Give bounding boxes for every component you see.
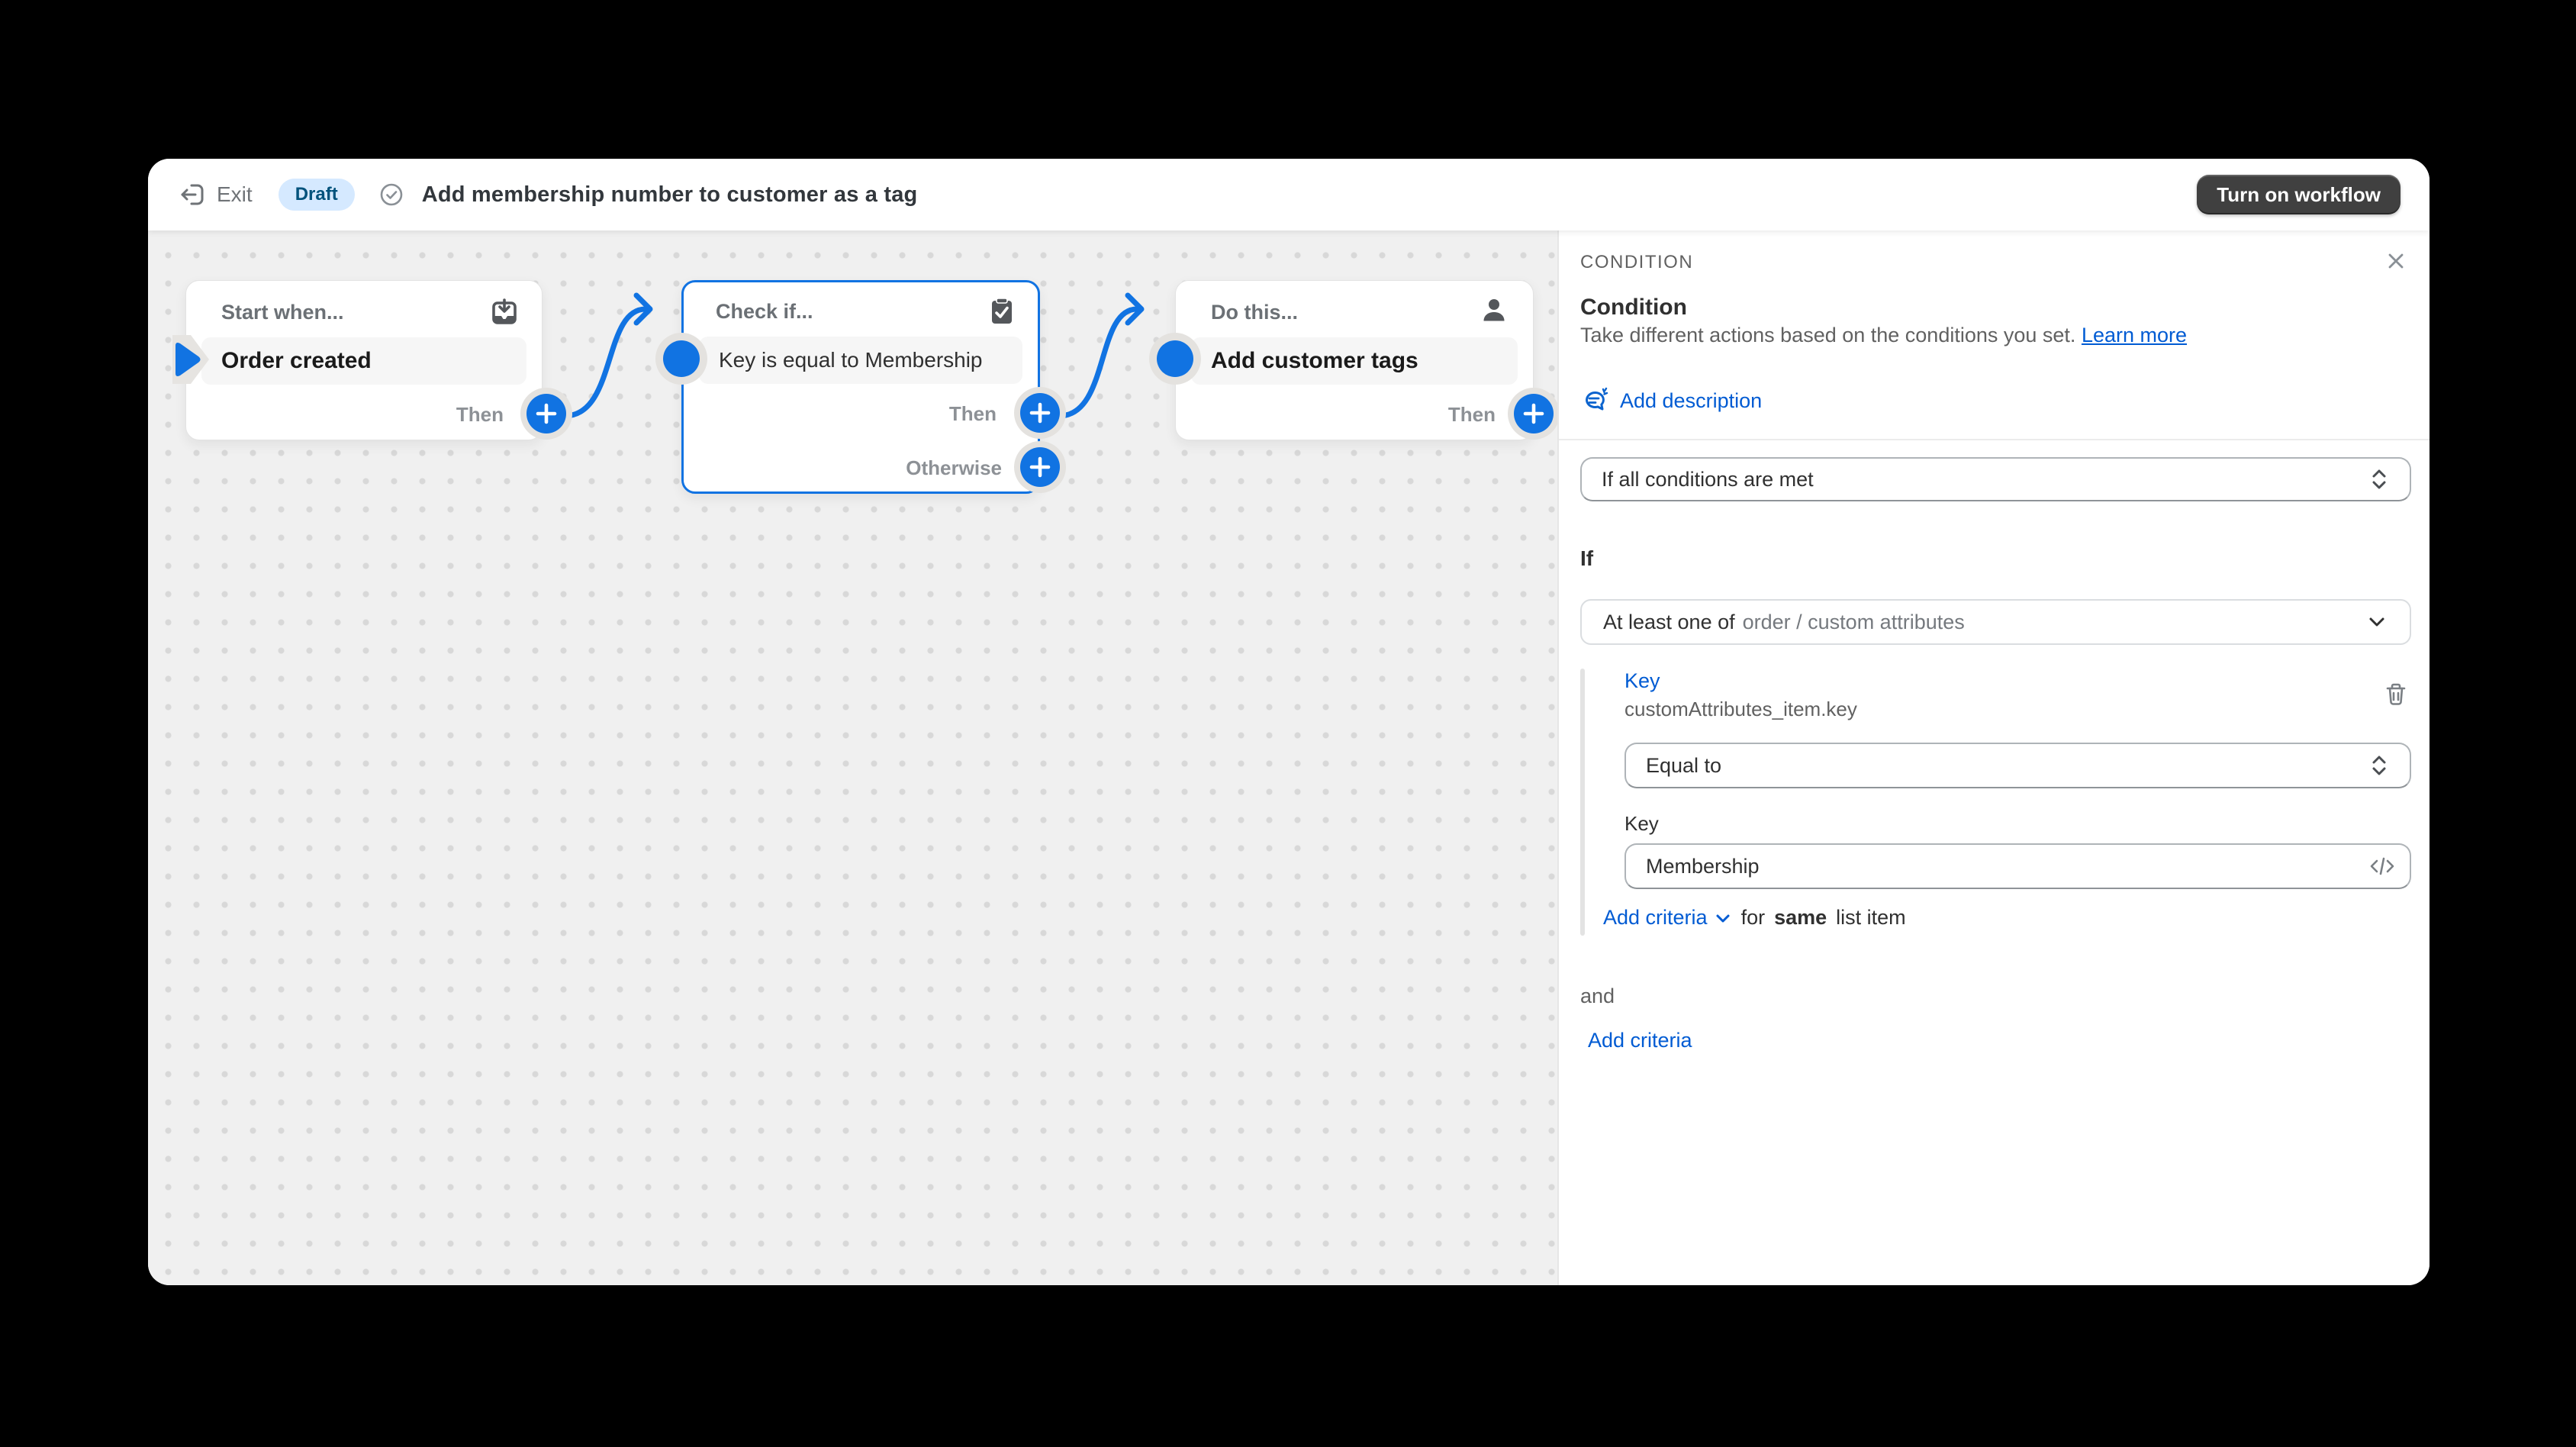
then-label: Then: [1447, 403, 1496, 426]
workflow-start-marker: [172, 335, 209, 384]
action-node-body[interactable]: Add customer tags: [1191, 337, 1518, 385]
key-input-wrap: [1624, 843, 2411, 889]
scope-dropdown[interactable]: At least one of order / custom attribute…: [1580, 599, 2411, 645]
key-input[interactable]: [1624, 843, 2411, 889]
connector-start-to-check: [562, 306, 649, 419]
add-step-button[interactable]: [526, 394, 566, 433]
list-item-text: list item: [1836, 906, 1906, 929]
scope-secondary: order / custom attributes: [1742, 610, 1965, 633]
exit-button[interactable]: Exit: [177, 180, 253, 209]
status-badge: Draft: [278, 178, 355, 211]
delete-criteria-button[interactable]: [2381, 679, 2411, 710]
trigger-node-body[interactable]: Order created: [201, 337, 526, 385]
clipboard-check-icon: [986, 295, 1018, 327]
add-description-label: Add description: [1620, 388, 1763, 412]
import-tray-icon: [488, 296, 520, 328]
connector-arrowhead: [633, 292, 653, 326]
add-step-button[interactable]: [1514, 394, 1554, 433]
chevron-down-icon: [2369, 617, 2384, 627]
condition-panel: CONDITION Condition Take different actio…: [1557, 230, 2429, 1285]
then-label: Then: [948, 402, 997, 425]
input-connector-dot: [663, 340, 700, 377]
workflow-canvas[interactable]: Start when... Order created Then Check i…: [148, 230, 1557, 1285]
conditions-match-select[interactable]: If all conditions are met: [1580, 457, 2411, 501]
trigger-node[interactable]: Start when... Order created Then: [172, 280, 572, 440]
select-stepper-icon: [2372, 469, 2386, 489]
person-icon: [1478, 295, 1510, 327]
learn-more-link[interactable]: Learn more: [2082, 324, 2187, 346]
same-list-item-row: Add criteria for same list item: [1603, 906, 1906, 930]
plus-icon: [1029, 456, 1051, 478]
operator-value: Equal to: [1646, 753, 1722, 777]
condition-node[interactable]: Check if... Key is equal to Membership T…: [655, 280, 1066, 494]
condition-node-header: Check if...: [716, 300, 813, 323]
topbar: Exit Draft Add membership number to cust…: [148, 159, 2429, 230]
panel-description: Take different actions based on the cond…: [1580, 324, 2188, 346]
key-attribute-link[interactable]: Key: [1624, 669, 1660, 693]
scope-primary: At least one of: [1603, 610, 1735, 633]
trash-icon: [2386, 683, 2406, 705]
connector-check-to-action: [1056, 306, 1140, 419]
turn-on-workflow-button[interactable]: Turn on workflow: [2197, 175, 2401, 214]
insert-variable-button[interactable]: [2367, 852, 2397, 880]
chevron-down-icon: [1716, 914, 1730, 922]
app-window: Exit Draft Add membership number to cust…: [148, 159, 2429, 1285]
otherwise-label: Otherwise: [906, 456, 1002, 479]
close-icon: [2388, 253, 2404, 269]
page-title: Add membership number to customer as a t…: [421, 182, 918, 207]
main-area: Start when... Order created Then Check i…: [148, 230, 2429, 1285]
input-connector-dot: [1157, 340, 1193, 377]
exit-label: Exit: [217, 182, 253, 206]
add-description-button[interactable]: Add description: [1580, 386, 1762, 415]
plus-icon: [1523, 403, 1544, 424]
if-label: If: [1580, 546, 1594, 570]
panel-kicker: CONDITION: [1580, 252, 1694, 272]
section-divider: [1559, 439, 2429, 440]
condition-node-body[interactable]: Key is equal to Membership: [699, 337, 1022, 384]
select-stepper-icon: [2372, 756, 2386, 775]
criteria-group-indent-bar: [1580, 669, 1585, 936]
add-then-step-button[interactable]: [1020, 393, 1060, 433]
action-node[interactable]: Do this... Add customer tags Then: [1149, 280, 1557, 440]
for-text: for: [1740, 906, 1766, 929]
action-node-header: Do this...: [1211, 301, 1298, 324]
plus-icon: [1029, 402, 1051, 424]
close-panel-button[interactable]: [2382, 247, 2410, 275]
add-criteria-button[interactable]: Add criteria: [1588, 1029, 1692, 1052]
connector-arrowhead: [1125, 292, 1145, 326]
panel-title: Condition: [1580, 295, 1687, 320]
then-label: Then: [456, 403, 504, 426]
conditions-match-value: If all conditions are met: [1602, 467, 1814, 491]
operator-select[interactable]: Equal to: [1624, 743, 2411, 788]
same-text: same: [1774, 906, 1827, 929]
plus-icon: [536, 403, 557, 424]
key-attribute-path: customAttributes_item.key: [1624, 698, 1857, 720]
exit-icon: [177, 180, 206, 209]
and-label: and: [1580, 985, 1615, 1007]
code-icon: [2370, 857, 2394, 875]
comment-edit-icon: [1580, 386, 1609, 415]
add-otherwise-step-button[interactable]: [1020, 447, 1060, 487]
add-criteria-inline-button[interactable]: Add criteria: [1603, 906, 1732, 930]
trigger-node-header: Start when...: [221, 301, 344, 324]
check-circle-icon: [378, 181, 405, 208]
key-field-label: Key: [1624, 812, 1659, 835]
